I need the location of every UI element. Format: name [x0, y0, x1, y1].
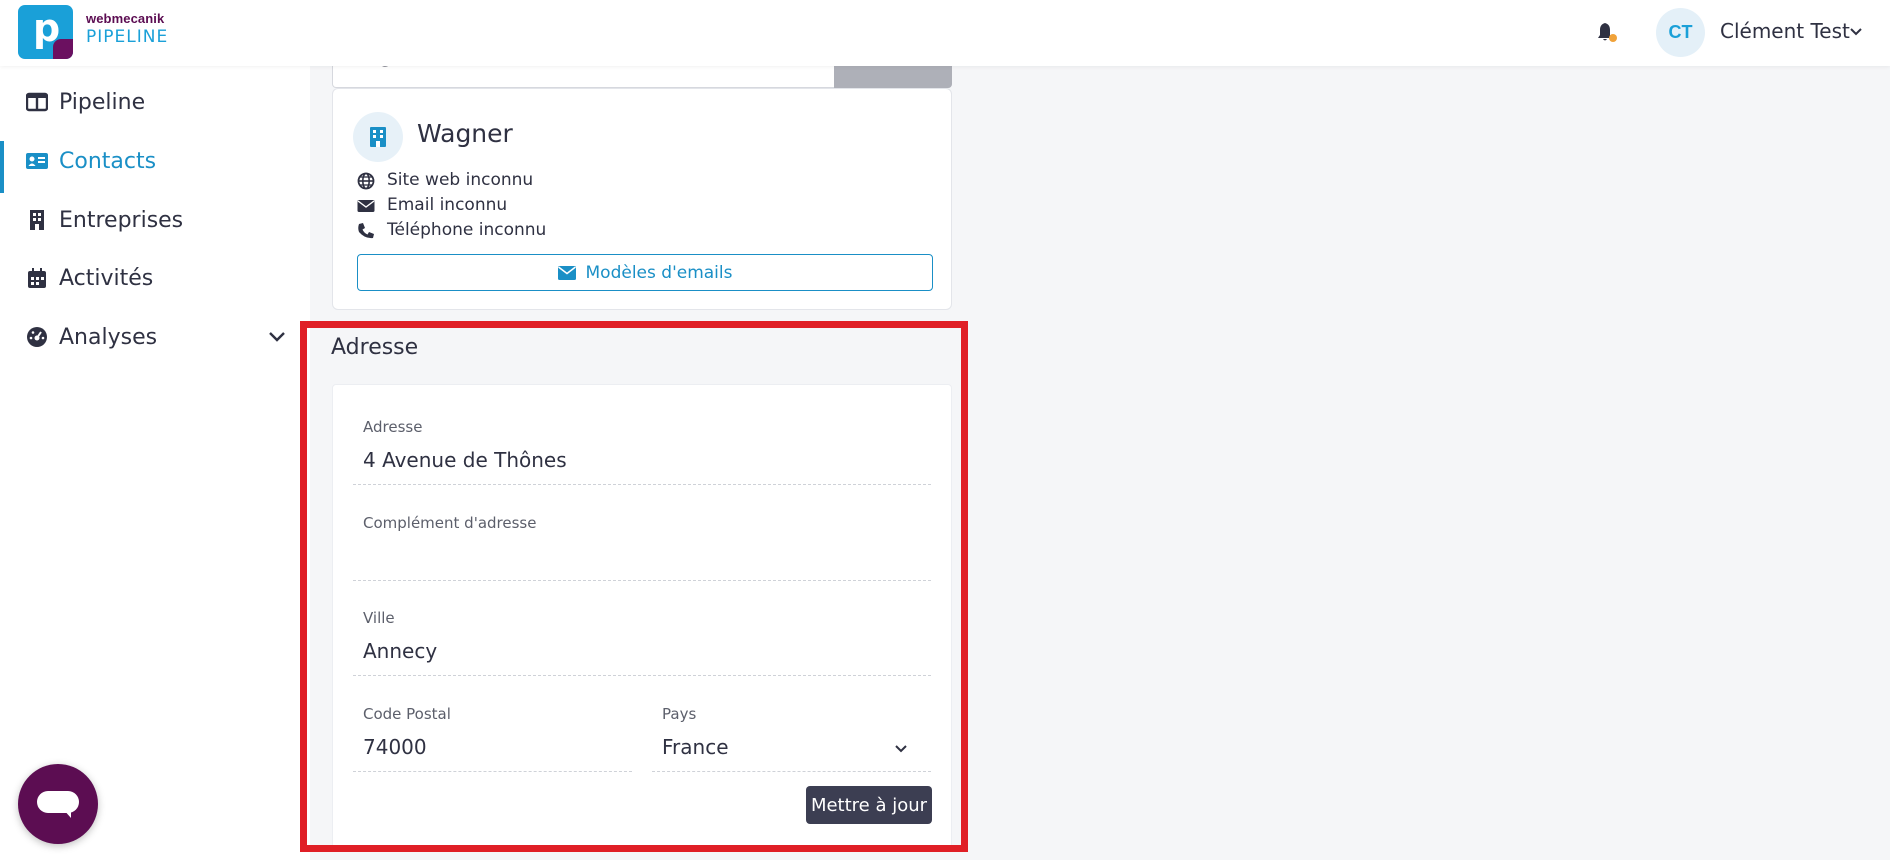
city-field[interactable]: Ville Annecy	[353, 609, 931, 676]
company-avatar	[353, 112, 403, 162]
sidebar-item-label: Activités	[59, 265, 154, 291]
country-value[interactable]: France	[662, 735, 729, 759]
street-value[interactable]: 4 Avenue de Thônes	[363, 448, 567, 472]
sidebar-item-label: Contacts	[59, 148, 157, 174]
app-logo[interactable]: p	[18, 5, 73, 59]
building-icon	[370, 127, 386, 147]
company-name[interactable]: Wagner	[417, 119, 513, 148]
address-section-title: Adresse	[331, 335, 419, 360]
dashboard-icon	[27, 327, 47, 347]
calendar-icon	[28, 268, 46, 288]
chevron-down-icon[interactable]	[266, 326, 288, 348]
sidebar-item-entreprises[interactable]: Entreprises	[0, 196, 310, 244]
sidebar-item-label: Analyses	[59, 324, 158, 350]
city-label: Ville	[363, 609, 395, 627]
globe-icon	[357, 172, 375, 190]
sidebar-item-contacts[interactable]: Contacts	[0, 137, 310, 193]
sidebar-item-analyses[interactable]: Analyses	[0, 313, 310, 361]
phone-icon	[358, 223, 374, 239]
address-complement-field[interactable]: Complément d'adresse	[353, 514, 931, 581]
company-card: Wagner Site web inconnu Email inconnu Té…	[332, 88, 952, 310]
postal-code-underline	[353, 771, 632, 772]
chat-widget-button[interactable]	[18, 764, 98, 844]
user-name[interactable]: Clément Test	[1720, 19, 1850, 43]
envelope-icon	[357, 200, 375, 212]
chevron-down-icon[interactable]	[1848, 24, 1864, 40]
top-bar: p webmecanik PIPELINE CT Clément Test	[0, 0, 1890, 66]
company-phone-text: Téléphone inconnu	[387, 220, 547, 240]
country-underline	[652, 771, 931, 772]
avatar[interactable]: CT	[1656, 8, 1705, 57]
email-templates-button[interactable]: Modèles d'emails	[357, 254, 933, 291]
chat-icon-tail	[63, 809, 71, 818]
update-button[interactable]: Mettre à jour	[806, 786, 932, 824]
sidebar-item-activites[interactable]: Activités	[0, 254, 310, 302]
address-complement-label: Complément d'adresse	[363, 514, 537, 532]
country-label: Pays	[662, 705, 697, 723]
envelope-icon	[557, 265, 576, 280]
address-card-icon	[26, 153, 48, 169]
postal-code-value[interactable]: 74000	[363, 735, 427, 759]
postal-code-field[interactable]: Code Postal 74000	[353, 705, 632, 772]
address-complement-underline	[353, 580, 931, 581]
sidebar-item-label: Pipeline	[59, 89, 146, 115]
city-underline	[353, 675, 931, 676]
country-select[interactable]: Pays France	[652, 705, 931, 772]
building-icon	[30, 210, 44, 230]
columns-icon	[26, 92, 48, 112]
brand-product: PIPELINE	[86, 27, 169, 47]
company-email-text: Email inconnu	[387, 195, 508, 215]
chat-icon	[37, 791, 79, 813]
company-website-text: Site web inconnu	[387, 170, 534, 190]
email-templates-label: Modèles d'emails	[585, 262, 733, 283]
sidebar-item-pipeline[interactable]: Pipeline	[0, 78, 310, 126]
city-value[interactable]: Annecy	[363, 639, 437, 663]
postal-code-label: Code Postal	[363, 705, 451, 723]
sidebar: Pipeline Contacts Entreprises Activités …	[0, 66, 310, 860]
chevron-down-icon[interactable]	[893, 741, 909, 757]
brand-name: webmecanik	[86, 11, 165, 26]
bell-icon[interactable]	[1594, 20, 1620, 46]
logo-letter: p	[33, 6, 61, 50]
street-field[interactable]: Adresse 4 Avenue de Thônes	[353, 418, 931, 485]
street-label: Adresse	[363, 418, 423, 436]
sidebar-item-label: Entreprises	[59, 207, 184, 233]
street-underline	[353, 484, 931, 485]
